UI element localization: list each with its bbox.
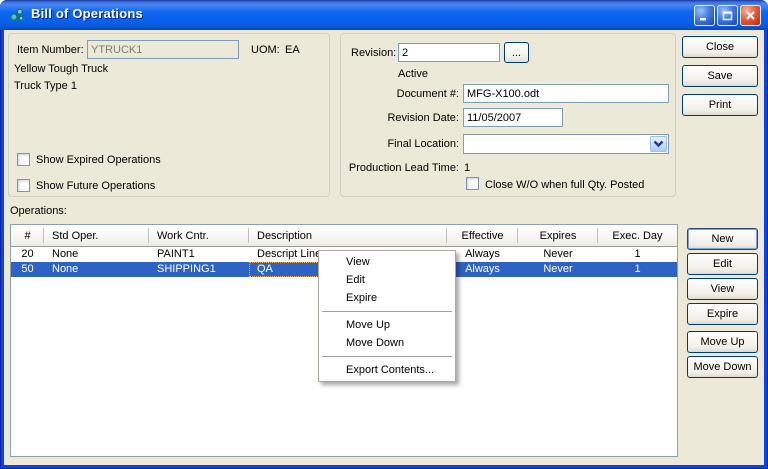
op-exec-day-cell: 1 xyxy=(634,263,641,275)
revision-input[interactable] xyxy=(398,43,500,62)
close-wo-checkbox[interactable] xyxy=(466,177,479,190)
op-num-cell: 50 xyxy=(21,263,34,275)
op-std-oper-cell: None xyxy=(52,263,79,275)
show-expired-label: Show Expired Operations xyxy=(36,154,161,166)
menu-separator xyxy=(322,311,452,312)
revision-group: Revision: ... Active Document #: Revisio… xyxy=(340,33,676,197)
context-menu: View Edit Expire Move Up Move Down Expor… xyxy=(318,250,456,382)
uom-value: EA xyxy=(285,44,300,56)
final-location-label: Final Location: xyxy=(387,138,459,150)
item-number-input xyxy=(87,40,239,59)
production-lead-time-label: Production Lead Time: xyxy=(348,162,459,174)
document-number-input[interactable] xyxy=(463,84,669,103)
item-description-line1: Yellow Tough Truck xyxy=(14,63,109,75)
revision-label: Revision: xyxy=(351,47,397,59)
op-work-cntr-cell: SHIPPING1 xyxy=(157,263,216,275)
window-title: Bill of Operations xyxy=(31,6,143,21)
revision-date-input[interactable] xyxy=(463,108,563,127)
chevron-down-icon xyxy=(653,140,664,148)
show-future-label: Show Future Operations xyxy=(36,180,156,192)
revision-browse-button[interactable]: ... xyxy=(504,42,529,63)
op-effective-cell: Always xyxy=(465,248,500,260)
menu-item-move-down[interactable]: Move Down xyxy=(319,334,455,352)
document-number-label: Document #: xyxy=(396,88,459,100)
op-exec-day-cell: 1 xyxy=(634,248,641,260)
op-work-cntr-cell: PAINT1 xyxy=(157,248,195,260)
menu-separator xyxy=(322,356,452,357)
revision-status: Active xyxy=(398,68,428,80)
move-down-button[interactable]: Move Down xyxy=(687,356,758,378)
menu-item-view[interactable]: View xyxy=(319,253,455,271)
uom-label: UOM: xyxy=(251,44,280,56)
expire-button[interactable]: Expire xyxy=(687,303,758,325)
item-group: Item Number: UOM: EA Yellow Tough Truck … xyxy=(8,33,330,197)
item-number-label: Item Number: xyxy=(17,44,84,56)
column-header-expires[interactable]: Expires xyxy=(518,225,598,246)
dialog-window: Bill of Operations Item Number: UOM: EA … xyxy=(0,0,768,469)
close-wo-label: Close W/O when full Qty. Posted xyxy=(485,179,645,191)
new-button[interactable]: New xyxy=(687,228,758,250)
column-header-exec-day[interactable]: Exec. Day xyxy=(598,225,677,246)
menu-item-move-up[interactable]: Move Up xyxy=(319,316,455,334)
print-button[interactable]: Print xyxy=(682,94,758,116)
maximize-button[interactable] xyxy=(717,5,738,26)
title-bar[interactable]: Bill of Operations xyxy=(0,0,768,30)
move-up-button[interactable]: Move Up xyxy=(687,331,758,353)
item-description-line2: Truck Type 1 xyxy=(14,80,77,92)
menu-item-export-contents[interactable]: Export Contents... xyxy=(319,361,455,379)
op-num-cell: 20 xyxy=(21,248,34,260)
op-expires-cell: Never xyxy=(543,263,573,275)
menu-item-edit[interactable]: Edit xyxy=(319,271,455,289)
operations-label: Operations: xyxy=(10,205,67,217)
dialog-client-area: Item Number: UOM: EA Yellow Tough Truck … xyxy=(4,30,764,465)
app-icon[interactable] xyxy=(9,7,25,23)
column-header-effective[interactable]: Effective xyxy=(447,225,518,246)
show-expired-checkbox[interactable] xyxy=(17,153,30,166)
close-window-button[interactable] xyxy=(740,5,761,26)
close-button[interactable]: Close xyxy=(682,36,758,58)
column-header-std-oper[interactable]: Std Oper. xyxy=(44,225,149,246)
show-future-checkbox[interactable] xyxy=(17,179,30,192)
operations-table-header: # Std Oper. Work Cntr. Description Effec… xyxy=(11,225,677,247)
column-header-description[interactable]: Description xyxy=(249,225,447,246)
column-header-work-cntr[interactable]: Work Cntr. xyxy=(149,225,249,246)
final-location-dropdown-button[interactable] xyxy=(650,136,667,152)
view-button[interactable]: View xyxy=(687,278,758,300)
final-location-select[interactable] xyxy=(463,134,669,154)
minimize-button[interactable] xyxy=(694,5,715,26)
revision-date-label: Revision Date: xyxy=(387,112,459,124)
edit-button[interactable]: Edit xyxy=(687,253,758,275)
op-std-oper-cell: None xyxy=(52,248,79,260)
op-effective-cell: Always xyxy=(465,263,500,275)
save-button[interactable]: Save xyxy=(682,65,758,87)
production-lead-time-value: 1 xyxy=(464,162,471,174)
menu-item-expire[interactable]: Expire xyxy=(319,289,455,307)
op-expires-cell: Never xyxy=(543,248,573,260)
column-header-num[interactable]: # xyxy=(11,225,44,246)
